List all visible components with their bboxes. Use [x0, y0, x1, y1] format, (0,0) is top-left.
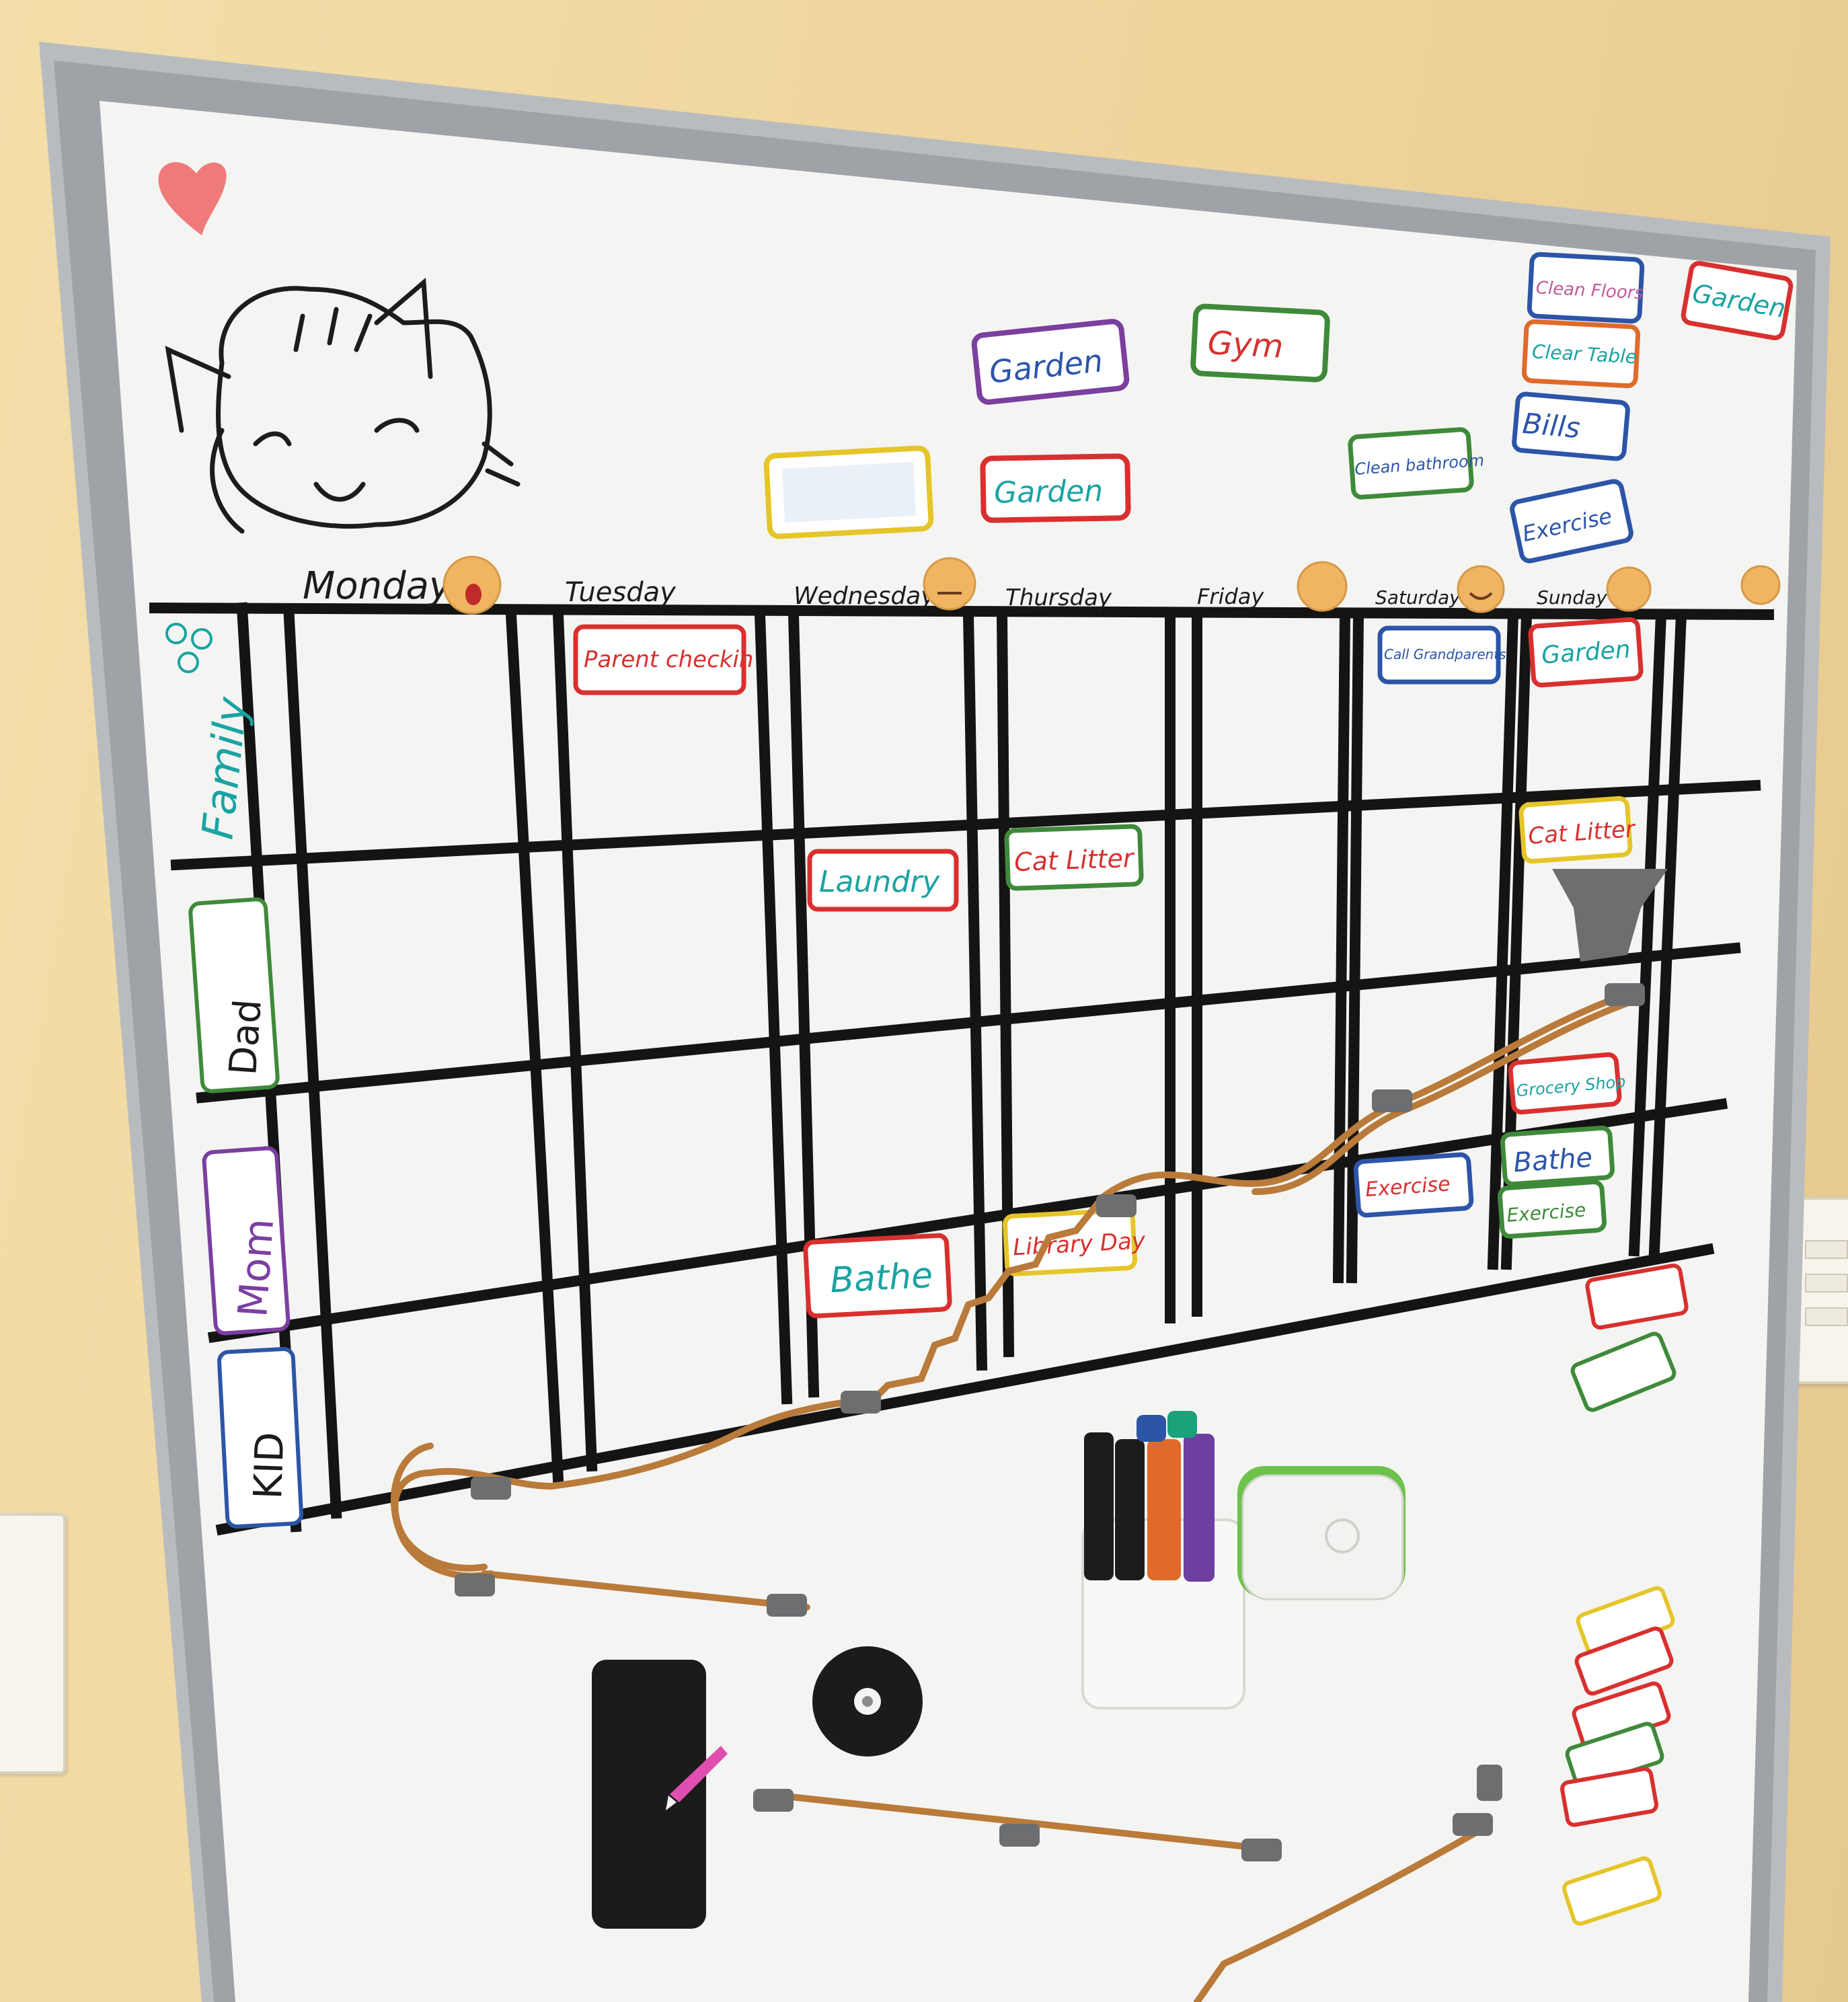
tag-frame: [782, 461, 916, 523]
day-header-friday: Friday: [1197, 584, 1264, 609]
day-header-wednesday: Wednesday: [794, 582, 935, 610]
track-holder: [767, 1594, 807, 1617]
day-header-saturday: Saturday: [1375, 586, 1461, 609]
marker-icon[interactable]: [1115, 1439, 1145, 1580]
tag-call-grandparents[interactable]: Call Grandparents: [1384, 646, 1506, 662]
emoji-magnet-icon[interactable]: [1457, 565, 1505, 613]
track-holder: [1605, 983, 1645, 1006]
marker-icon[interactable]: [1184, 1434, 1215, 1582]
gear-icon[interactable]: [812, 1646, 923, 1757]
day-header-monday: Monday: [303, 564, 452, 608]
track-holder: [1477, 1765, 1502, 1801]
track-holder: [1372, 1089, 1412, 1112]
emoji-mouth: [465, 584, 482, 605]
tag-laundry[interactable]: Laundry: [819, 865, 940, 899]
track-holder: [471, 1477, 511, 1500]
tag-bills[interactable]: Bills: [1521, 407, 1582, 445]
whiteboard-surface: [100, 101, 1797, 2002]
track-holder: [841, 1391, 881, 1414]
track-holder: [999, 1824, 1040, 1847]
row-label-kid: KID: [245, 1431, 293, 1500]
tag-cat-litter-thursday[interactable]: Cat Litter: [1013, 843, 1135, 877]
whiteboard-scene: Monday Tuesday Wednesday Thursday Friday…: [39, 42, 1831, 2002]
marker-icon[interactable]: [1147, 1439, 1181, 1580]
tag-bathe-sunday[interactable]: Bathe: [1512, 1142, 1594, 1178]
emoji-magnet-icon[interactable]: [923, 557, 976, 611]
tag-garden-red[interactable]: Garden: [994, 474, 1104, 510]
emoji-magnet-icon[interactable]: [1297, 561, 1348, 612]
tag-parent-checkin[interactable]: Parent checkin: [584, 646, 753, 673]
tag-gym[interactable]: Gym: [1206, 324, 1284, 366]
emoji-magnet-icon[interactable]: [1606, 566, 1652, 612]
row-label-mom: Mom: [229, 1217, 283, 1319]
track-holder: [753, 1789, 794, 1812]
pen-holder-cup: [592, 1660, 706, 1929]
eraser-body: [1241, 1474, 1404, 1601]
emoji-magnet-icon[interactable]: [1740, 565, 1781, 605]
track-holder: [455, 1574, 495, 1596]
track-holder: [1453, 1813, 1493, 1836]
marker-icon[interactable]: [1084, 1432, 1114, 1580]
track-holder: [1096, 1194, 1137, 1217]
eraser-icon[interactable]: [1237, 1466, 1406, 1601]
gear-hub: [862, 1696, 873, 1707]
day-header-thursday: Thursday: [1005, 584, 1112, 611]
day-header-tuesday: Tuesday: [565, 577, 677, 608]
track-holder: [1241, 1839, 1282, 1861]
marker-icon[interactable]: [1137, 1415, 1166, 1442]
marker-icon[interactable]: [1167, 1411, 1197, 1438]
day-header-sunday: Sunday: [1537, 586, 1607, 609]
tag-bathe-wednesday[interactable]: Bathe: [829, 1256, 934, 1301]
row-label-dad: Dad: [221, 998, 270, 1077]
